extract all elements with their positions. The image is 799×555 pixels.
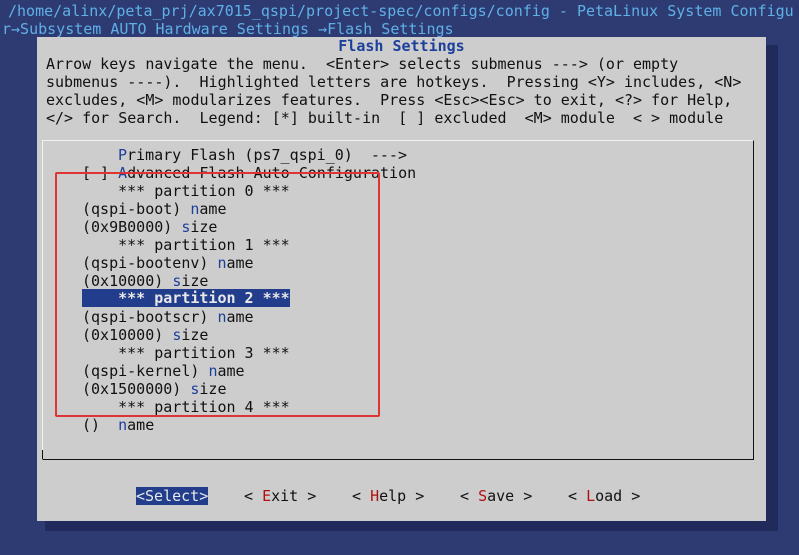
menu-item-partition-3-name[interactable]: (qspi-kernel) name <box>82 362 245 380</box>
dialog-shadow-bottom <box>45 521 778 531</box>
menu-item-primary-flash[interactable]: Primary Flash (ps7_qspi_0) ---> <box>118 146 407 164</box>
help-line: excludes, <M> modularizes features. Pres… <box>46 91 733 109</box>
help-line: submenus ----). Highlighted letters are … <box>46 73 742 91</box>
menu-item-partition-0-header[interactable]: *** partition 0 *** <box>82 182 290 200</box>
menu-item-partition-4-name[interactable]: () name <box>82 416 154 434</box>
checkbox[interactable]: [ ] <box>82 164 118 182</box>
help-text: Arrow keys navigate the menu. <Enter> se… <box>46 55 741 127</box>
help-line: Arrow keys navigate the menu. <Enter> se… <box>46 55 679 73</box>
select-button[interactable]: <Select> <box>136 487 209 505</box>
load-button[interactable]: < Load > <box>568 487 640 505</box>
menu-item-partition-0-name[interactable]: (qspi-boot) name <box>82 200 227 218</box>
menu-item-partition-4-header[interactable]: *** partition 4 *** <box>82 398 290 416</box>
menu-item-partition-1-size[interactable]: (0x10000) size <box>82 272 208 290</box>
dialog-shadow-right <box>766 45 778 529</box>
menu-item-partition-3-header[interactable]: *** partition 3 *** <box>82 344 290 362</box>
menu-item-partition-2-size[interactable]: (0x10000) size <box>82 326 208 344</box>
dialog-title: Flash Settings <box>338 37 465 55</box>
menu-item-partition-3-size[interactable]: (0x1500000) size <box>82 380 227 398</box>
menu-item-partition-0-size[interactable]: (0x9B0000) size <box>82 218 217 236</box>
exit-button[interactable]: < Exit > <box>244 487 316 505</box>
help-line: </> for Search. Legend: [*] built-in [ ]… <box>46 109 724 127</box>
menu-item-partition-2-header-selected[interactable]: *** partition 2 *** <box>82 289 290 307</box>
save-button[interactable]: < Save > <box>460 487 532 505</box>
menu-item-partition-1-name[interactable]: (qspi-bootenv) name <box>82 254 254 272</box>
menu-item-advanced-flash-auto-config[interactable]: [ ] Advanced Flash Auto Configuration <box>82 164 416 182</box>
terminal-path: /home/alinx/peta_prj/ax7015_qspi/project… <box>8 2 794 20</box>
help-button[interactable]: < Help > <box>352 487 424 505</box>
menu-item-partition-1-header[interactable]: *** partition 1 *** <box>82 236 290 254</box>
breadcrumb: r→Subsystem AUTO Hardware Settings →Flas… <box>2 20 454 38</box>
menu-item-partition-2-name[interactable]: (qspi-bootscr) name <box>82 308 254 326</box>
menu-box-corner <box>42 450 47 459</box>
